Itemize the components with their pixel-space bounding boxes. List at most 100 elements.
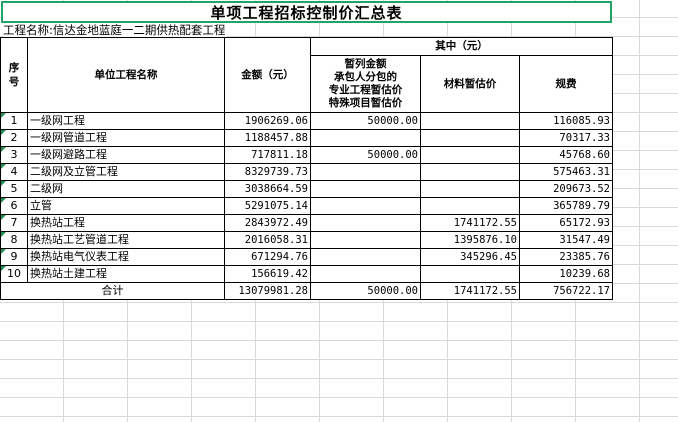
total-amount[interactable]: 13079981.28 — [224, 282, 311, 300]
row-material[interactable] — [420, 180, 520, 198]
table-row: 1 一级网工程 1906269.06 50000.00 116085.93 — [0, 112, 613, 130]
row-material[interactable] — [420, 265, 520, 283]
row-name[interactable]: 二级网 — [27, 180, 225, 198]
row-seq[interactable]: 4 — [0, 163, 28, 181]
row-material[interactable] — [420, 129, 520, 147]
header-amount[interactable]: 金额（元） — [224, 37, 311, 113]
row-amount[interactable]: 8329739.73 — [224, 163, 311, 181]
header-row-1: 序号 单位工程名称 金额（元） 其中（元） — [0, 37, 613, 113]
row-amount[interactable]: 3038664.59 — [224, 180, 311, 198]
row-provisional[interactable] — [310, 231, 421, 249]
cell-marker — [1, 130, 6, 135]
row-provisional[interactable] — [310, 265, 421, 283]
header-seq-label: 序号 — [8, 62, 20, 88]
table-row: 7 换热站工程 2843972.49 1741172.55 65172.93 — [0, 214, 613, 232]
row-material[interactable] — [420, 163, 520, 181]
row-fee[interactable]: 209673.52 — [519, 180, 613, 198]
row-seq[interactable]: 2 — [0, 129, 28, 147]
row-provisional[interactable] — [310, 163, 421, 181]
total-label[interactable]: 合计 — [0, 282, 225, 300]
row-seq[interactable]: 6 — [0, 197, 28, 215]
cell-marker — [1, 232, 6, 237]
row-seq-value: 4 — [10, 165, 18, 178]
row-provisional[interactable] — [310, 248, 421, 266]
row-seq[interactable]: 10 — [0, 265, 28, 283]
table-row: 8 换热站工艺管道工程 2016058.31 1395876.10 31547.… — [0, 231, 613, 249]
row-provisional[interactable] — [310, 180, 421, 198]
row-seq-value: 5 — [10, 182, 18, 195]
row-seq[interactable]: 9 — [0, 248, 28, 266]
row-name[interactable]: 换热站土建工程 — [27, 265, 225, 283]
row-material[interactable]: 345296.45 — [420, 248, 520, 266]
cell-marker — [1, 164, 6, 169]
row-material[interactable]: 1741172.55 — [420, 214, 520, 232]
cell-marker — [1, 181, 6, 186]
row-name[interactable]: 立管 — [27, 197, 225, 215]
row-provisional[interactable] — [310, 214, 421, 232]
header-provisional-label: 暂列金额 承包人分包的 专业工程暂估价 特殊项目暂估价 — [328, 57, 403, 109]
cell-marker — [1, 198, 6, 203]
header-provisional[interactable]: 暂列金额 承包人分包的 专业工程暂估价 特殊项目暂估价 — [310, 54, 421, 114]
row-name[interactable]: 换热站工程 — [27, 214, 225, 232]
table-row: 4 二级网及立管工程 8329739.73 575463.31 — [0, 163, 613, 181]
row-seq[interactable]: 1 — [0, 112, 28, 130]
header-unit-name[interactable]: 单位工程名称 — [27, 37, 225, 113]
row-seq-value: 9 — [10, 250, 18, 263]
total-provisional[interactable]: 50000.00 — [310, 282, 421, 300]
row-provisional[interactable]: 50000.00 — [310, 112, 421, 130]
row-seq-value: 3 — [10, 148, 18, 161]
total-fee[interactable]: 756722.17 — [519, 282, 613, 300]
row-fee[interactable]: 45768.60 — [519, 146, 613, 164]
row-fee[interactable]: 31547.49 — [519, 231, 613, 249]
table-row: 6 立管 5291075.14 365789.79 — [0, 197, 613, 215]
table-row: 5 二级网 3038664.59 209673.52 — [0, 180, 613, 198]
table-row: 9 换热站电气仪表工程 671294.76 345296.45 23385.76 — [0, 248, 613, 266]
project-name-cell[interactable]: 工程名称:信达金地蓝庭一二期供热配套工程 — [3, 23, 228, 38]
row-amount[interactable]: 671294.76 — [224, 248, 311, 266]
row-provisional[interactable] — [310, 197, 421, 215]
row-seq-value: 6 — [10, 199, 18, 212]
row-material[interactable] — [420, 146, 520, 164]
row-seq[interactable]: 3 — [0, 146, 28, 164]
row-fee[interactable]: 575463.31 — [519, 163, 613, 181]
row-amount[interactable]: 2843972.49 — [224, 214, 311, 232]
row-material[interactable]: 1395876.10 — [420, 231, 520, 249]
header-seq[interactable]: 序号 — [0, 37, 28, 113]
row-name[interactable]: 换热站电气仪表工程 — [27, 248, 225, 266]
row-seq-value: 8 — [10, 233, 18, 246]
row-amount[interactable]: 2016058.31 — [224, 231, 311, 249]
row-fee[interactable]: 23385.76 — [519, 248, 613, 266]
row-amount[interactable]: 717811.18 — [224, 146, 311, 164]
row-amount[interactable]: 1906269.06 — [224, 112, 311, 130]
row-seq[interactable]: 5 — [0, 180, 28, 198]
cell-marker — [1, 113, 6, 118]
header-fee[interactable]: 规费 — [519, 54, 613, 114]
table-row: 10 换热站土建工程 156619.42 10239.68 — [0, 265, 613, 283]
row-amount[interactable]: 5291075.14 — [224, 197, 311, 215]
row-fee[interactable]: 10239.68 — [519, 265, 613, 283]
row-seq-value: 2 — [10, 131, 18, 144]
row-material[interactable] — [420, 112, 520, 130]
row-fee[interactable]: 116085.93 — [519, 112, 613, 130]
sheet-title-cell[interactable]: 单项工程招标控制价汇总表 — [1, 1, 612, 23]
row-name[interactable]: 换热站工艺管道工程 — [27, 231, 225, 249]
row-amount[interactable]: 156619.42 — [224, 265, 311, 283]
row-fee[interactable]: 365789.79 — [519, 197, 613, 215]
row-amount[interactable]: 1188457.88 — [224, 129, 311, 147]
row-name[interactable]: 一级网工程 — [27, 112, 225, 130]
cell-marker — [1, 249, 6, 254]
row-seq[interactable]: 7 — [0, 214, 28, 232]
row-seq[interactable]: 8 — [0, 231, 28, 249]
row-name[interactable]: 一级网避路工程 — [27, 146, 225, 164]
row-fee[interactable]: 70317.33 — [519, 129, 613, 147]
header-of-which[interactable]: 其中（元） — [310, 37, 613, 56]
row-name[interactable]: 二级网及立管工程 — [27, 163, 225, 181]
row-material[interactable] — [420, 197, 520, 215]
table-row: 3 一级网避路工程 717811.18 50000.00 45768.60 — [0, 146, 613, 164]
header-material[interactable]: 材料暂估价 — [420, 54, 520, 114]
row-provisional[interactable]: 50000.00 — [310, 146, 421, 164]
total-material[interactable]: 1741172.55 — [420, 282, 520, 300]
row-provisional[interactable] — [310, 129, 421, 147]
row-name[interactable]: 一级网管道工程 — [27, 129, 225, 147]
row-fee[interactable]: 65172.93 — [519, 214, 613, 232]
